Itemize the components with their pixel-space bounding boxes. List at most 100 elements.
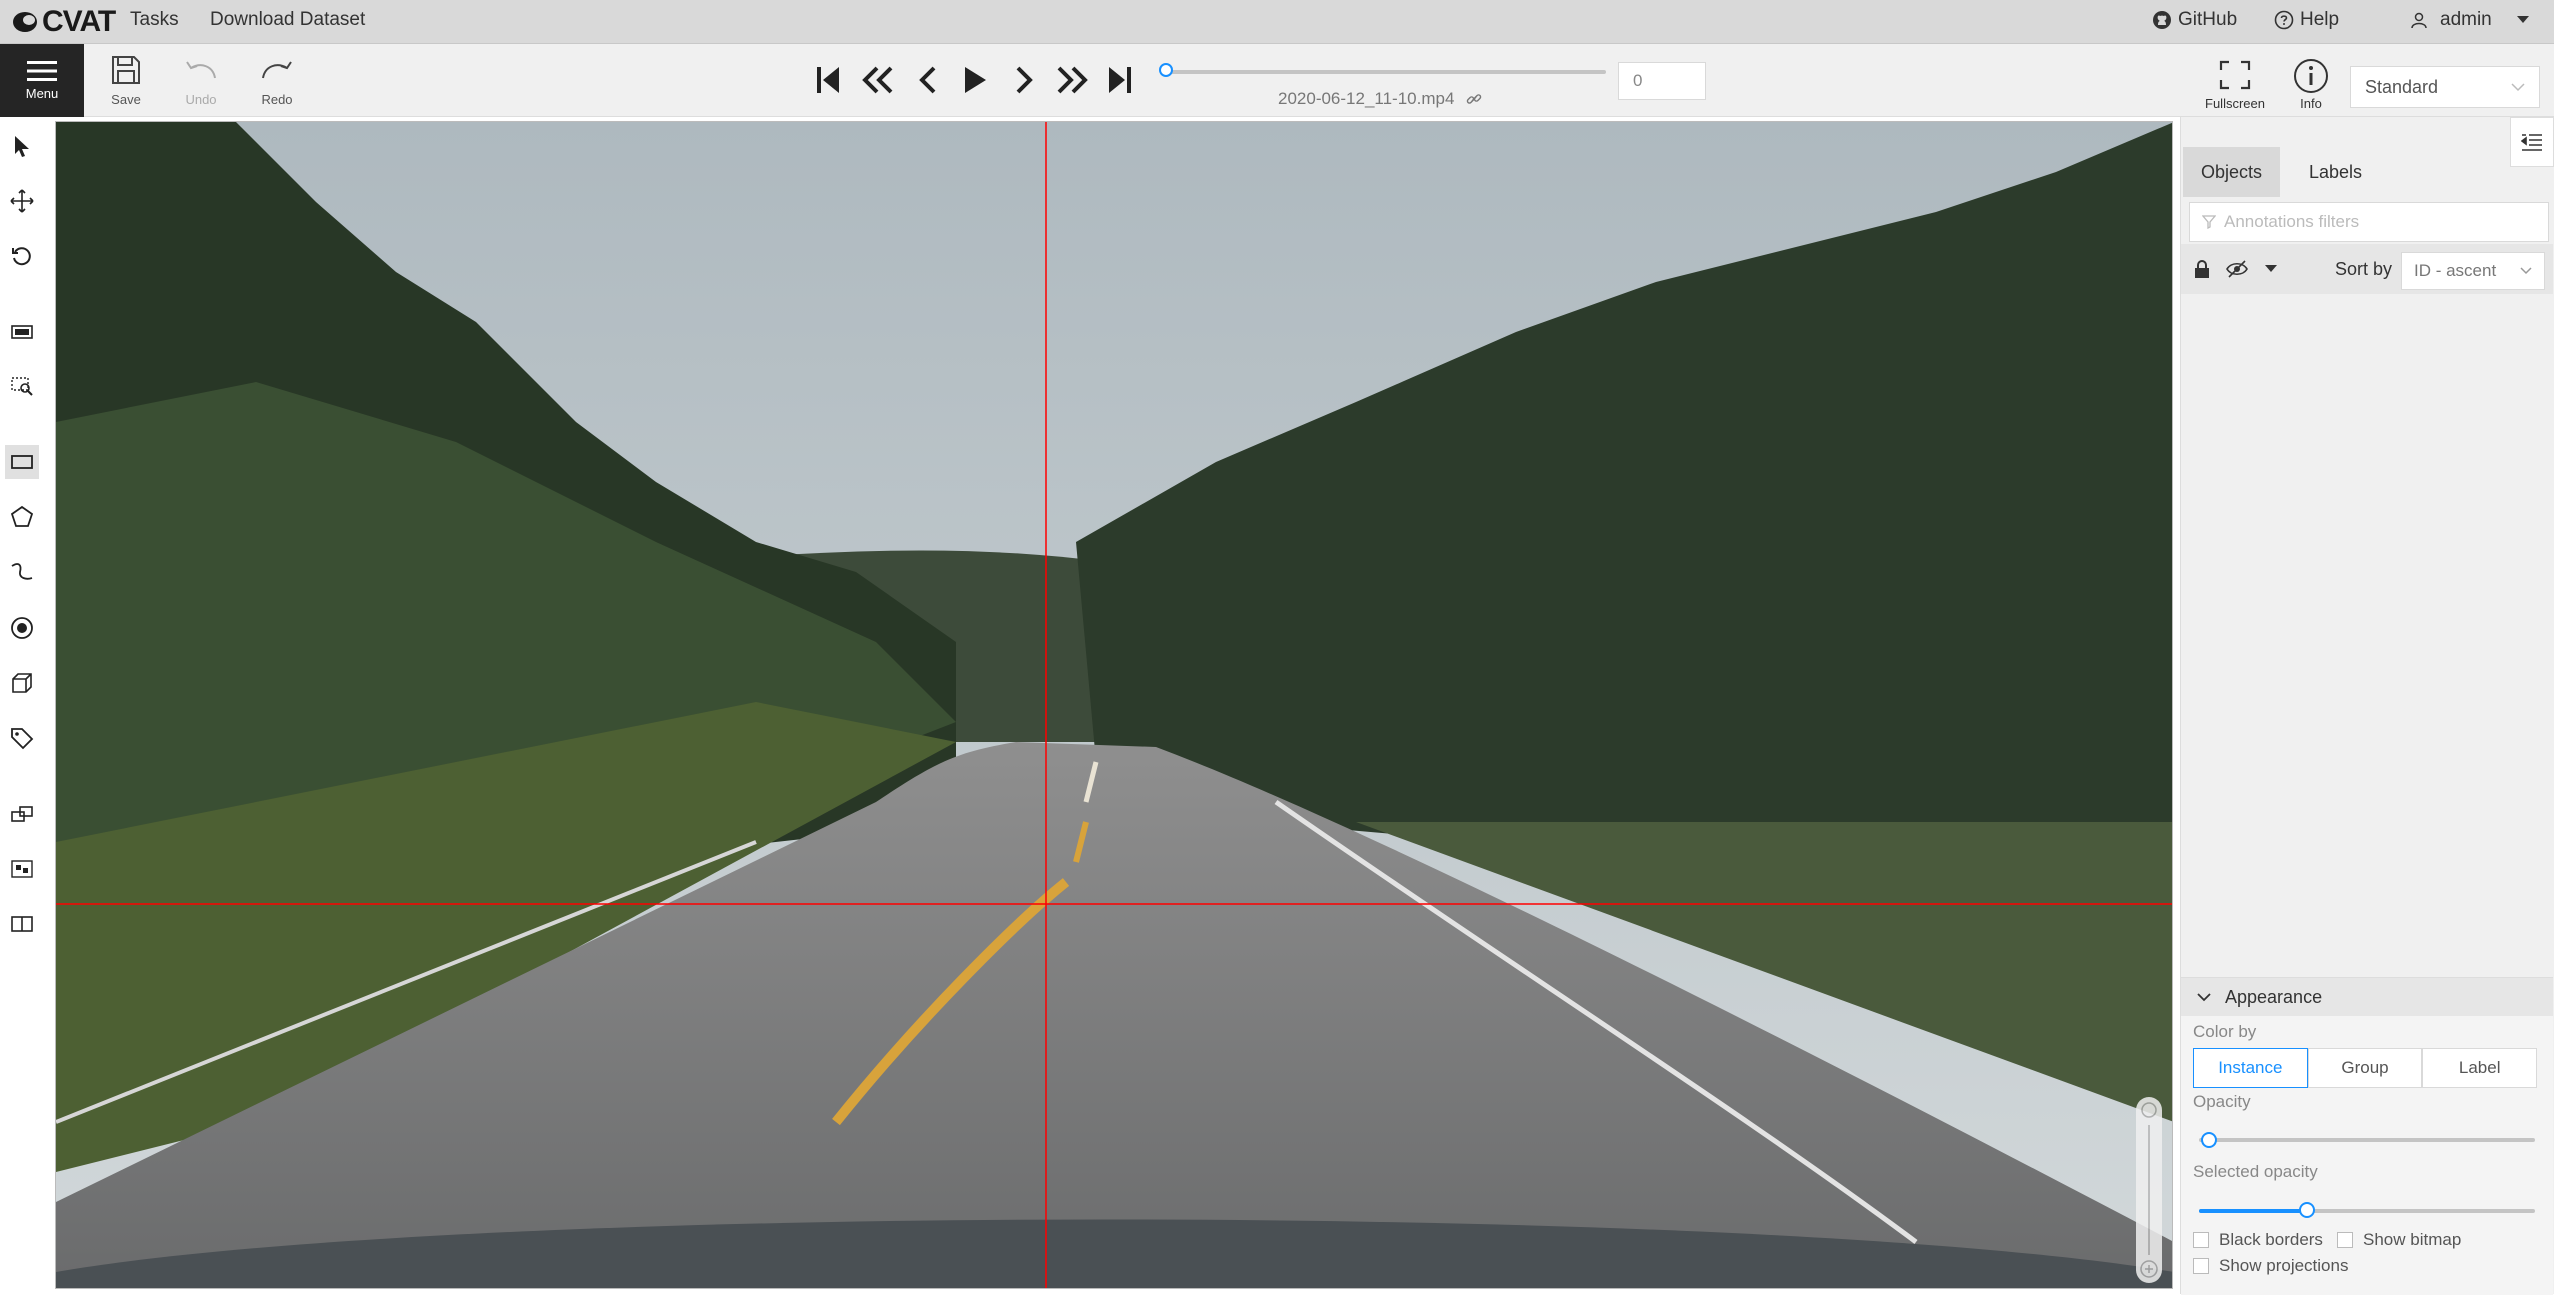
lock-icon[interactable] <box>2193 259 2211 279</box>
zoom-region-tool[interactable] <box>5 369 39 403</box>
appearance-title: Appearance <box>2225 986 2323 1007</box>
info-label: Info <box>2300 96 2322 111</box>
chevron-down-icon <box>2197 993 2211 1002</box>
backward-step-button[interactable] <box>858 60 898 100</box>
redo-button[interactable]: Redo <box>242 54 312 107</box>
redo-icon <box>262 61 292 79</box>
app-name: CVAT <box>42 5 116 38</box>
undo-label: Undo <box>185 92 217 107</box>
cvat-logo[interactable]: CVAT <box>12 5 116 38</box>
fit-image-tool[interactable] <box>5 315 39 349</box>
black-borders-box[interactable] <box>2193 1232 2209 1248</box>
black-borders-checkbox[interactable]: Black borders <box>2193 1230 2323 1250</box>
opacity-slider-handle[interactable] <box>2201 1132 2218 1148</box>
rotate-tool[interactable] <box>5 239 39 273</box>
cuboid-icon <box>12 673 32 693</box>
annotation-canvas[interactable] <box>55 121 2173 1289</box>
show-projections-box[interactable] <box>2193 1258 2209 1274</box>
fullscreen-label: Fullscreen <box>2205 96 2265 111</box>
play-button[interactable] <box>955 60 995 100</box>
logo-icon <box>13 12 37 32</box>
draw-polygon-tool[interactable] <box>5 500 39 534</box>
split-tool[interactable] <box>5 907 39 941</box>
polyline-icon <box>11 563 33 580</box>
draw-points-tool[interactable] <box>5 611 39 645</box>
show-bitmap-box[interactable] <box>2337 1232 2353 1248</box>
fullscreen-button[interactable]: Fullscreen <box>2200 60 2270 111</box>
filter-placeholder: Annotations filters <box>2224 212 2360 231</box>
polygon-icon <box>10 505 34 527</box>
chevron-left-icon <box>919 66 936 94</box>
chevron-right-icon <box>1016 66 1033 94</box>
controls-sidebar <box>0 117 44 1294</box>
info-icon <box>2294 59 2328 93</box>
user-label: admin <box>2440 9 2492 30</box>
sort-select[interactable]: ID - ascent <box>2401 252 2545 290</box>
user-menu[interactable]: admin <box>2410 9 2530 31</box>
frame-number-input[interactable] <box>1618 62 1706 100</box>
group-tool[interactable] <box>5 852 39 886</box>
annotations-filter-input[interactable]: Annotations filters <box>2189 202 2549 242</box>
previous-frame-button[interactable] <box>908 60 948 100</box>
github-link[interactable]: GitHub <box>2152 9 2237 31</box>
link-icon[interactable] <box>1466 91 1482 107</box>
cursor-tool[interactable] <box>5 129 39 163</box>
redo-label: Redo <box>261 92 293 107</box>
menu-button[interactable]: Menu <box>0 44 84 117</box>
tab-objects-label: Objects <box>2201 161 2263 182</box>
tab-labels[interactable]: Labels <box>2291 147 2380 197</box>
group-icon <box>11 860 33 878</box>
frame-slider-handle[interactable] <box>1159 63 1173 77</box>
merge-tool[interactable] <box>5 797 39 831</box>
hide-icon[interactable] <box>2226 260 2248 278</box>
github-icon <box>2153 11 2171 29</box>
nav-download-dataset[interactable]: Download Dataset <box>210 9 365 31</box>
help-label: Help <box>2300 9 2340 30</box>
first-frame-button[interactable] <box>808 60 848 100</box>
frame-slider-track[interactable] <box>1166 70 1606 74</box>
undo-button[interactable]: Undo <box>166 54 236 107</box>
color-by-instance[interactable]: Instance <box>2193 1048 2308 1088</box>
split-icon <box>11 916 33 932</box>
chevron-down-icon <box>2520 267 2532 275</box>
info-button[interactable]: Info <box>2276 58 2346 111</box>
color-by-label-option[interactable]: Label <box>2422 1048 2538 1088</box>
save-button[interactable]: Save <box>91 54 161 107</box>
color-by-group[interactable]: Group <box>2307 1048 2423 1088</box>
help-link[interactable]: Help <box>2274 9 2339 31</box>
caret-down-icon[interactable] <box>2264 264 2278 274</box>
opacity-slider[interactable] <box>2199 1138 2535 1142</box>
opacity-label: Opacity <box>2193 1092 2251 1111</box>
draw-polyline-tool[interactable] <box>5 555 39 589</box>
draw-rectangle-tool[interactable] <box>5 445 39 479</box>
save-icon <box>112 56 140 84</box>
last-frame-icon <box>1109 67 1131 93</box>
show-projections-checkbox[interactable]: Show projections <box>2193 1256 2348 1276</box>
sidebar-collapse-button[interactable] <box>2510 117 2554 167</box>
selected-opacity-slider-handle[interactable] <box>2299 1202 2316 1218</box>
github-label: GitHub <box>2178 9 2238 30</box>
move-tool[interactable] <box>5 184 39 218</box>
sort-label: Sort by <box>2335 259 2393 279</box>
user-icon <box>2411 12 2427 29</box>
tab-labels-label: Labels <box>2309 161 2363 182</box>
appearance-header[interactable]: Appearance <box>2181 978 2553 1016</box>
next-frame-button[interactable] <box>1004 60 1044 100</box>
first-frame-icon <box>817 67 839 93</box>
draw-cuboid-tool[interactable] <box>5 666 39 700</box>
nav-tasks[interactable]: Tasks <box>130 9 179 31</box>
zoom-region-icon <box>11 377 33 396</box>
fit-image-icon <box>11 325 33 339</box>
color-by-label: Color by <box>2193 1022 2257 1041</box>
show-bitmap-checkbox[interactable]: Show bitmap <box>2337 1230 2461 1250</box>
merge-icon <box>11 806 33 822</box>
workspace-select[interactable]: Standard <box>2350 66 2540 108</box>
last-frame-button[interactable] <box>1100 60 1140 100</box>
save-label: Save <box>111 92 141 107</box>
tab-objects[interactable]: Objects <box>2183 147 2281 197</box>
menu-fold-icon <box>2521 134 2542 151</box>
forward-step-button[interactable] <box>1052 60 1092 100</box>
help-icon <box>2274 10 2294 30</box>
setup-tag-tool[interactable] <box>5 721 39 755</box>
zoom-bar[interactable] <box>2136 1097 2162 1283</box>
